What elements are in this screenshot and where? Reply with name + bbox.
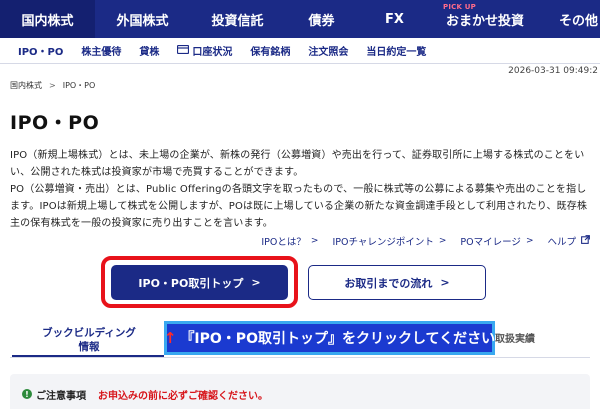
subnav-account-status[interactable]: 口座状況 bbox=[177, 43, 232, 58]
link-po-mileage[interactable]: POマイレージ > bbox=[460, 234, 533, 248]
up-arrow-icon: ↑ bbox=[163, 329, 177, 347]
subnav-stock-lending[interactable]: 貸株 bbox=[139, 43, 159, 58]
breadcrumb-domestic-stocks[interactable]: 国内株式 bbox=[10, 80, 42, 91]
subnav-order-inquiry[interactable]: 注文照会 bbox=[308, 43, 348, 58]
instruction-callout: ↑ 『IPO・PO取引トップ』をクリックしてください bbox=[164, 321, 495, 355]
notice-text: お申込みの前に必ずご確認ください。 bbox=[98, 390, 268, 402]
chevron-right-icon: > bbox=[440, 276, 450, 289]
description-ipo: IPO（新規上場株式）とは、未上場の企業が、新株の発行（公募増資）や売出を行って… bbox=[10, 150, 585, 178]
description-po: PO（公募増資・売出）とは、Public Offeringの各頭文字を取ったもの… bbox=[10, 184, 588, 229]
nav-other[interactable]: その他 bbox=[539, 0, 600, 38]
notice-title: ご注意事項 bbox=[36, 390, 86, 402]
notice-panel[interactable]: ! ご注意事項 お申込みの前に必ずご確認ください。 bbox=[10, 374, 590, 409]
sub-nav: IPO・PO 株主優待 貸株 口座状況 保有銘柄 注文照会 当日約定一覧 bbox=[0, 38, 600, 64]
info-icon: ! bbox=[22, 389, 32, 399]
chevron-right-icon: > bbox=[438, 236, 447, 246]
chevron-right-icon: > bbox=[310, 236, 319, 246]
nav-robo-advisor[interactable]: PICK UP おまかせ投資 bbox=[431, 0, 539, 38]
tabs-divider bbox=[10, 357, 590, 358]
subnav-ipo-po[interactable]: IPO・PO bbox=[18, 43, 63, 58]
subnav-today-executions[interactable]: 当日約定一覧 bbox=[366, 43, 426, 58]
breadcrumb-current: IPO・PO bbox=[62, 81, 96, 90]
page-title: IPO・PO bbox=[10, 112, 100, 134]
chevron-right-icon: > bbox=[251, 276, 261, 289]
top-nav: 国内株式 外国株式 投資信託 債券 FX PICK UP おまかせ投資 その他 bbox=[0, 0, 600, 38]
subnav-holdings[interactable]: 保有銘柄 bbox=[250, 43, 290, 58]
link-help[interactable]: ヘルプ bbox=[547, 234, 590, 248]
callout-text: 『IPO・PO取引トップ』をクリックしてください bbox=[180, 331, 496, 347]
chevron-right-icon: > bbox=[525, 236, 534, 246]
nav-foreign-stocks[interactable]: 外国株式 bbox=[95, 0, 190, 38]
nav-bonds[interactable]: 債券 bbox=[285, 0, 358, 38]
nav-investment-trusts[interactable]: 投資信託 bbox=[190, 0, 285, 38]
nav-fx[interactable]: FX bbox=[358, 0, 431, 38]
timestamp: 2026-03-31 09:49:2 bbox=[508, 66, 598, 76]
info-links: IPOとは？ > IPOチャレンジポイント > POマイレージ > ヘルプ bbox=[247, 234, 590, 248]
external-link-icon bbox=[581, 235, 590, 247]
pickup-badge: PICK UP bbox=[443, 3, 476, 11]
nav-domestic-stocks[interactable]: 国内株式 bbox=[0, 0, 95, 38]
description: IPO（新規上場株式）とは、未上場の企業が、新株の発行（公募増資）や売出を行って… bbox=[10, 147, 590, 232]
account-card-icon bbox=[177, 44, 190, 57]
ipo-po-trading-top-button[interactable]: IPO・PO取引トップ > bbox=[111, 265, 288, 300]
link-what-is-ipo[interactable]: IPOとは？ > bbox=[261, 234, 318, 248]
trading-flow-button[interactable]: お取引までの流れ > bbox=[308, 265, 486, 300]
tab-book-building[interactable]: ブックビルディング 情報 bbox=[14, 326, 164, 354]
link-ipo-challenge-point[interactable]: IPOチャレンジポイント > bbox=[332, 234, 446, 248]
breadcrumb: 国内株式 > IPO・PO bbox=[10, 80, 95, 91]
breadcrumb-separator: > bbox=[49, 81, 56, 90]
subnav-shareholder-benefits[interactable]: 株主優待 bbox=[81, 43, 121, 58]
